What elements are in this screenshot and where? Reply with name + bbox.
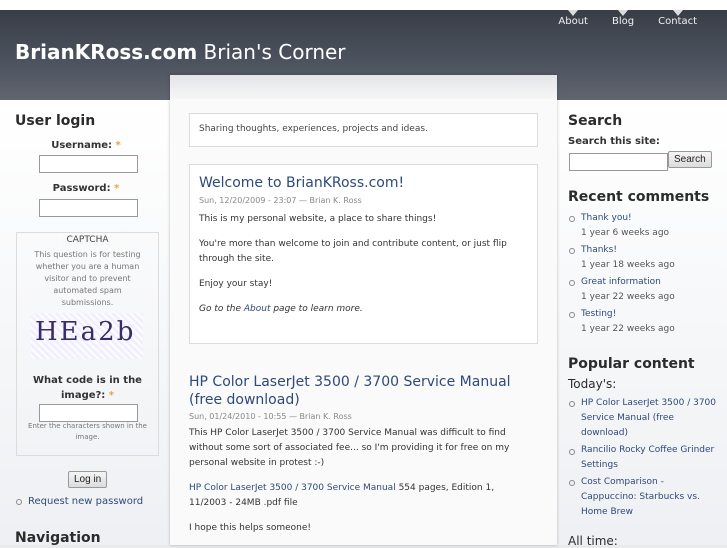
username-label: Username: * [51,140,121,151]
nav-blog[interactable]: Blog [600,10,646,27]
about-link[interactable]: About [244,304,271,314]
mission-box: Sharing thoughts, experiences, projects … [189,113,538,147]
navigation-title: Navigation [15,530,101,546]
search-button[interactable]: Search [668,151,712,168]
comment-ago-1: 1 year 6 weeks ago [581,228,670,238]
site-title[interactable]: BrianKRoss.com Brian's Corner [15,40,346,64]
captcha-image: HEa2b [31,313,143,359]
comment-link-1[interactable]: Thank you! [581,211,632,226]
post-hp-manual: HP Color LaserJet 3500 / 3700 Service Ma… [189,373,536,536]
content-top-band [170,75,557,99]
popular-alltime-label: All time: [568,534,618,548]
primary-nav: About Blog Contact [546,10,709,27]
post-paragraph: This is my personal website, a place to … [199,214,437,224]
post-paragraph: I hope this helps someone! [189,523,311,533]
post-paragraph: This HP Color LaserJet 3500 / 3700 Servi… [189,428,510,468]
post-meta: Sun, 01/24/2010 - 10:55 — Brian K. Ross [189,412,352,421]
mission-text: Sharing thoughts, experiences, projects … [199,124,428,134]
comment-link-3[interactable]: Great information [581,275,661,290]
bullet-icon [569,449,575,455]
popular-today-label: Today's: [568,377,617,391]
manual-download-link[interactable]: HP Color LaserJet 3500 / 3700 Service Ma… [189,483,396,493]
popular-link-3[interactable]: Cost Comparison - Cappuccino: Starbucks … [581,475,719,520]
search-input[interactable] [569,153,668,171]
bullet-icon [569,312,575,318]
required-mark: * [114,183,120,194]
captcha-description: This question is for testing whether you… [34,250,141,307]
popular-link-1[interactable]: HP Color LaserJet 3500 / 3700 Service Ma… [581,396,719,441]
captcha-help: Enter the characters shown in the image. [28,422,147,441]
request-password-link[interactable]: Request new password [28,496,143,507]
captcha-answer-input[interactable] [39,404,138,422]
bullet-icon [569,248,575,254]
search-title: Search [568,113,623,129]
user-login-title: User login [15,113,96,129]
about-note: Go to the About page to learn more. [199,304,363,314]
nav-about[interactable]: About [546,10,600,27]
comment-ago-4: 1 year 22 weeks ago [581,324,675,334]
site-slogan: Brian's Corner [203,40,346,64]
manual-link-line: HP Color LaserJet 3500 / 3700 Service Ma… [189,483,495,508]
popular-link-2[interactable]: Rancilio Rocky Coffee Grinder Settings [581,443,719,473]
bullet-icon [569,280,575,286]
post-paragraph: You're more than welcome to join and con… [199,239,507,264]
top-strip [0,0,727,10]
post-welcome: Welcome to BrianKRoss.com! Sun, 12/20/20… [189,164,538,344]
popular-content-title: Popular content [568,356,695,372]
required-mark: * [115,140,121,151]
main-content: Sharing thoughts, experiences, projects … [170,75,557,545]
bullet-icon [16,499,22,505]
comment-link-2[interactable]: Thanks! [581,243,617,258]
recent-comments-title: Recent comments [568,189,710,205]
login-button[interactable]: Log in [68,471,108,488]
right-sidebar: Search Search this site: Search Recent c… [557,100,727,548]
left-sidebar: User login Username: * Password: * CAPTC… [0,100,170,546]
post-meta: Sun, 12/20/2009 - 23:07 — Brian K. Ross [199,196,362,205]
bullet-icon [569,216,575,222]
bullet-icon [569,480,575,486]
comment-ago-2: 1 year 18 weeks ago [581,260,675,270]
captcha-question-label: What code is in the image?: * [33,375,142,401]
comment-ago-3: 1 year 22 weeks ago [581,292,675,302]
required-mark: * [108,390,115,401]
password-input[interactable] [39,199,138,217]
post-title[interactable]: Welcome to BrianKRoss.com! [199,175,404,191]
site-name[interactable]: BrianKRoss.com [15,40,197,64]
bullet-icon [569,401,575,407]
password-label: Password: * [52,183,120,194]
post-paragraph: Enjoy your stay! [199,279,273,289]
captcha-fieldset: CAPTCHA This question is for testing whe… [16,232,159,456]
captcha-legend: CAPTCHA [63,235,112,245]
post-title[interactable]: HP Color LaserJet 3500 / 3700 Service Ma… [189,373,519,409]
search-label: Search this site: [568,136,660,147]
comment-link-4[interactable]: Testing! [581,307,616,322]
nav-contact[interactable]: Contact [646,10,709,27]
username-input[interactable] [39,155,138,173]
